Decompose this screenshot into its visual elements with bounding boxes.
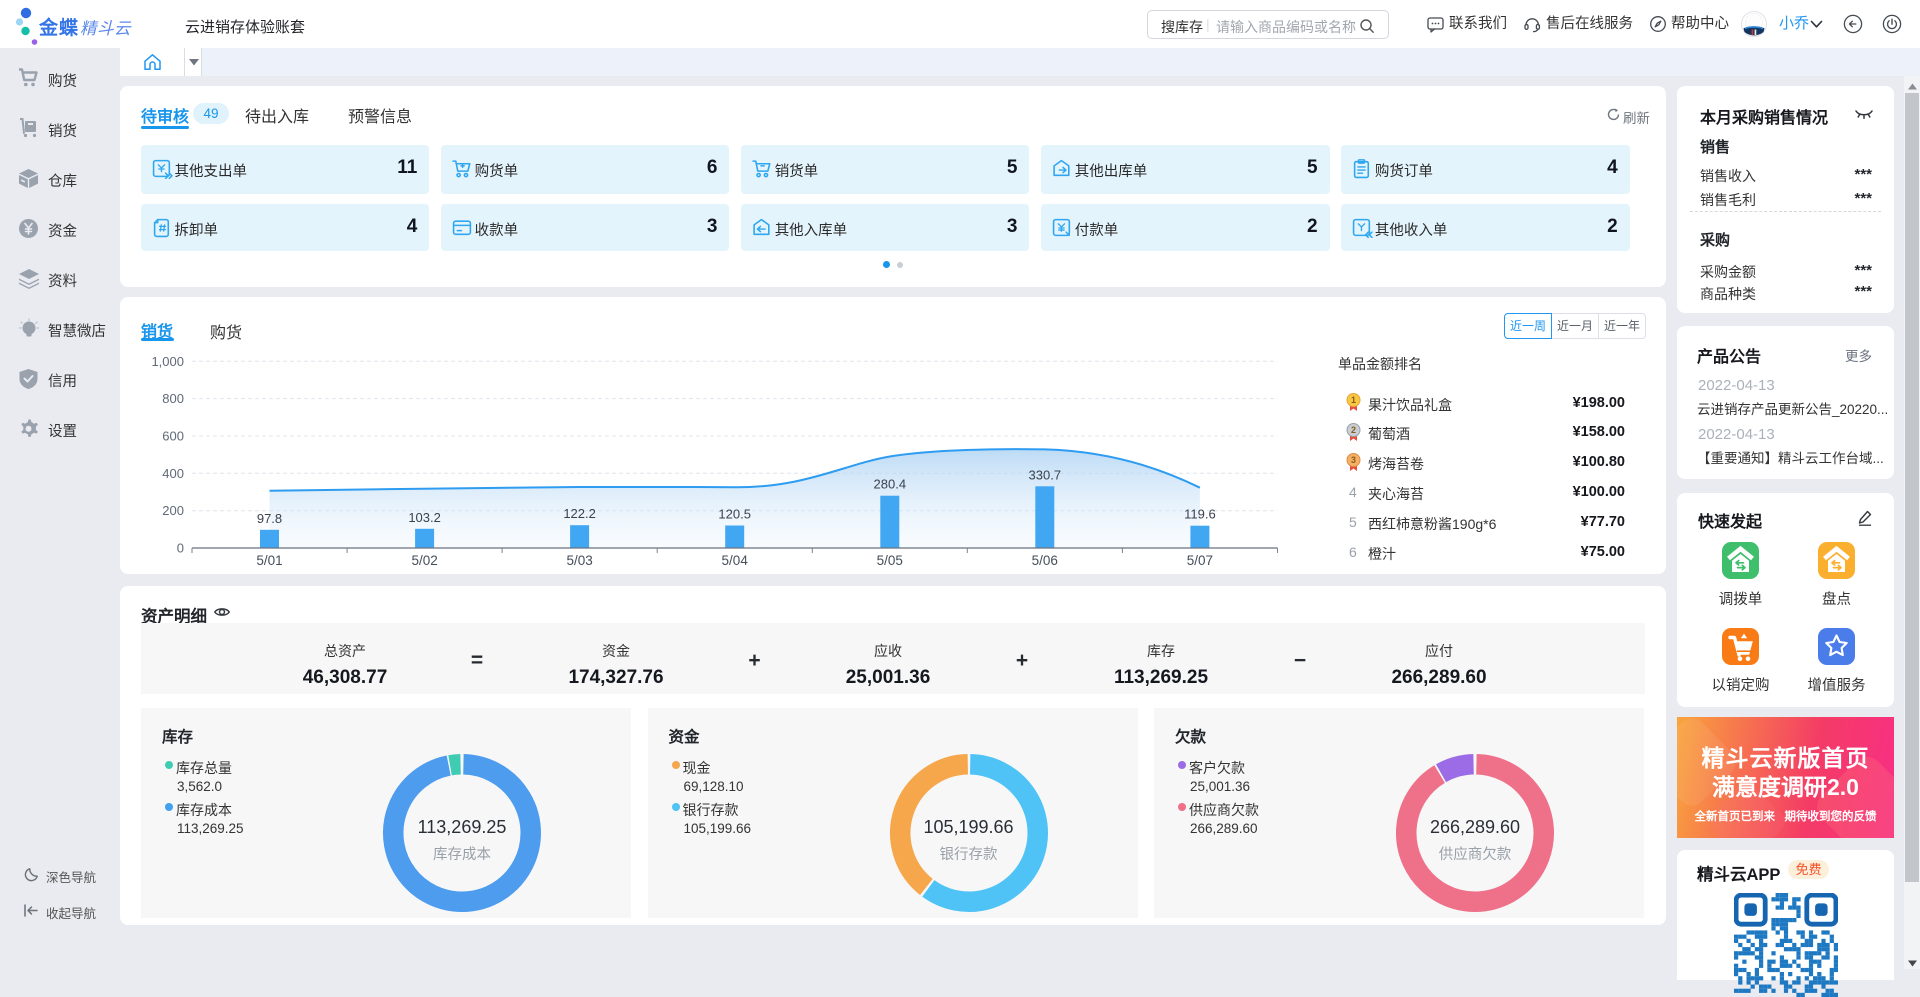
svg-text:5/07: 5/07 bbox=[1187, 553, 1213, 568]
svg-text:5/03: 5/03 bbox=[566, 553, 592, 568]
svg-text:3: 3 bbox=[1351, 455, 1356, 465]
svg-text:5/05: 5/05 bbox=[877, 553, 903, 568]
svg-text:1: 1 bbox=[1351, 395, 1356, 405]
svg-text:5/01: 5/01 bbox=[256, 553, 282, 568]
svg-text:5/06: 5/06 bbox=[1032, 553, 1058, 568]
svg-text:280.4: 280.4 bbox=[874, 477, 907, 492]
svg-text:400: 400 bbox=[162, 466, 184, 481]
svg-text:1,000: 1,000 bbox=[151, 354, 184, 369]
svg-text:5/02: 5/02 bbox=[411, 553, 437, 568]
svg-text:200: 200 bbox=[162, 503, 184, 518]
svg-text:97.8: 97.8 bbox=[257, 511, 282, 526]
svg-text:119.6: 119.6 bbox=[1184, 507, 1216, 522]
svg-text:120.5: 120.5 bbox=[718, 507, 751, 522]
svg-text:0: 0 bbox=[177, 541, 184, 556]
svg-text:103.2: 103.2 bbox=[408, 510, 441, 525]
svg-text:330.7: 330.7 bbox=[1029, 467, 1062, 482]
svg-text:2: 2 bbox=[1351, 425, 1356, 435]
svg-text:800: 800 bbox=[162, 391, 184, 406]
svg-text:5/04: 5/04 bbox=[722, 553, 749, 568]
svg-text:600: 600 bbox=[162, 429, 184, 444]
svg-text:122.2: 122.2 bbox=[563, 506, 596, 521]
